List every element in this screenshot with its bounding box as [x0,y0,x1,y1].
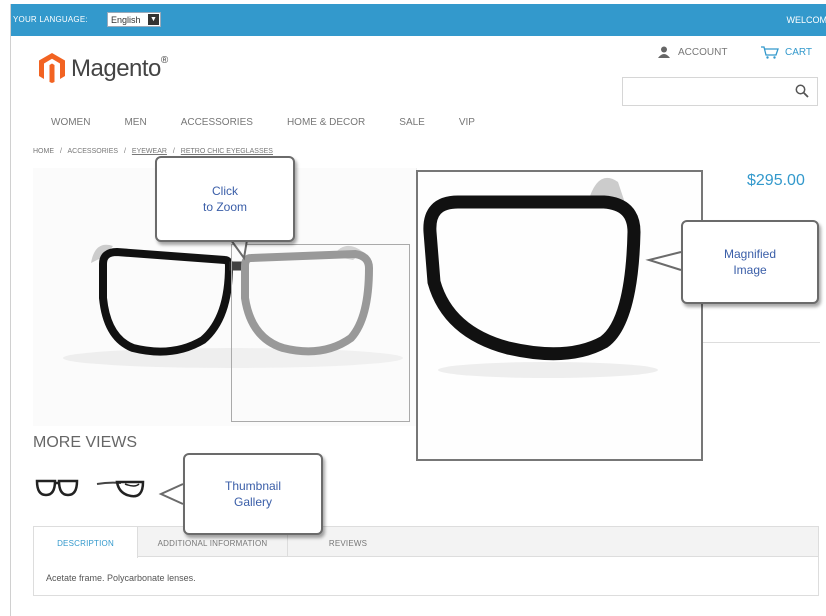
welcome-message: WELCOM [786,15,826,25]
top-bar: YOUR LANGUAGE: English ▼ WELCOM [11,4,826,36]
tab-description-content: Acetate frame. Polycarbonate lenses. [46,573,196,583]
search-icon[interactable] [795,84,809,98]
product-tabs: DESCRIPTION ADDITIONAL INFORMATION REVIE… [33,526,819,596]
divider [703,342,820,343]
cart-label: CART [785,47,813,58]
zoom-lens[interactable] [231,244,410,422]
more-views-title: MORE VIEWS [33,434,138,451]
breadcrumb-separator: / [59,148,62,155]
tab-bar: DESCRIPTION ADDITIONAL INFORMATION REVIE… [34,527,818,558]
nav-item-home-decor[interactable]: HOME & DECOR [287,117,365,128]
chevron-down-icon: ▼ [148,14,159,25]
breadcrumb-accessories[interactable]: ACCESSORIES [67,148,118,155]
nav-item-accessories[interactable]: ACCESSORIES [181,117,253,128]
breadcrumb-eyewear[interactable]: EYEWEAR [132,148,167,155]
callout-magnified-image: Magnified Image [681,220,819,304]
callout-click-to-zoom: Click to Zoom [155,156,295,242]
cart-link[interactable]: CART [761,46,812,59]
main-nav: WOMEN MEN ACCESSORIES HOME & DECOR SALE … [51,117,509,128]
nav-item-vip[interactable]: VIP [459,117,475,128]
breadcrumb-separator: / [172,148,175,155]
callout-zoom-tail [158,239,682,505]
thumbnail-side[interactable] [95,474,145,500]
account-link[interactable]: ACCOUNT [658,46,727,58]
callout-thumbnail-gallery: Thumbnail Gallery [183,453,323,535]
breadcrumb-current: RETRO CHIC EYEGLASSES [180,148,273,155]
language-select[interactable]: English ▼ [107,12,161,27]
magento-logo-icon [39,53,65,83]
breadcrumb: HOME / ACCESSORIES / EYEWEAR / RETRO CHI… [33,148,277,155]
language-value: English [111,15,141,25]
product-price: $295.00 [747,172,805,189]
breadcrumb-home[interactable]: HOME [33,148,54,155]
breadcrumb-separator: / [124,148,126,155]
account-label: ACCOUNT [678,46,728,58]
nav-item-sale[interactable]: SALE [399,117,425,128]
magnified-eyeglasses-image [423,177,658,378]
tab-description[interactable]: DESCRIPTION [34,527,138,558]
logo-text: Magento® [71,55,168,82]
person-icon [658,46,670,58]
nav-item-men[interactable]: MEN [124,117,146,128]
search-input[interactable] [622,77,818,106]
nav-item-women[interactable]: WOMEN [51,117,90,128]
magnified-image [416,170,703,461]
page-frame: YOUR LANGUAGE: English ▼ WELCOM Magento®… [10,4,826,616]
cart-icon [761,46,779,59]
thumbnail-front[interactable] [35,477,79,499]
language-label: YOUR LANGUAGE: [13,15,88,24]
